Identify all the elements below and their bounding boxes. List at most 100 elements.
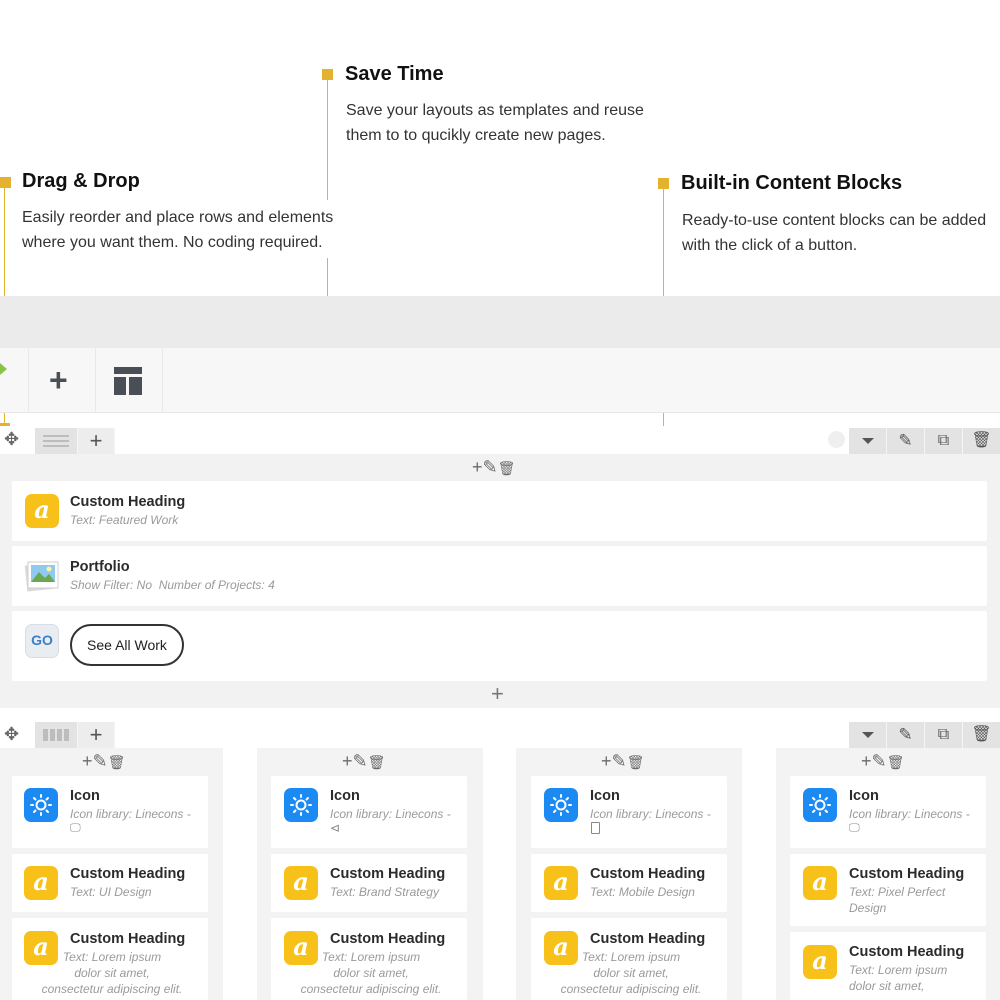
row2-move-handle[interactable]: ✥	[4, 725, 19, 743]
row1-status-dot	[828, 431, 845, 448]
columns-layout-icon	[43, 729, 69, 741]
delete-column-icon[interactable]: 🗑	[627, 754, 645, 770]
monitor-icon: 🖵	[849, 822, 860, 834]
edit-column-icon[interactable]: ✎	[93, 751, 108, 771]
custom-heading-icon: a	[803, 945, 837, 979]
pencil-icon: ✎	[898, 431, 913, 450]
callout-line-save-time-upper	[327, 80, 328, 200]
sun-icon	[284, 788, 318, 822]
callout-desc-drag-drop: Easily reorder and place rows and elemen…	[22, 209, 334, 251]
callout-marker-save-time	[322, 69, 333, 80]
element-title: Custom Heading	[849, 866, 965, 882]
callout-title-save-time: Save Time	[345, 63, 444, 85]
element-title: Icon	[70, 788, 100, 804]
column-tools: +✎🗑	[82, 751, 125, 772]
element-subtitle: Text: Lorem ipsum dolor sit amet, consec…	[560, 950, 702, 996]
row1-delete-button[interactable]: 🗑	[963, 428, 1000, 454]
element-subtitle: Text: Mobile Design	[590, 885, 695, 899]
element-title: Icon	[590, 788, 620, 804]
callout-title-drag-drop: Drag & Drop	[22, 170, 140, 192]
element-subtitle: Text: Lorem ipsum dolor sit amet, consec…	[300, 950, 442, 996]
row1-edit-button[interactable]: ✎	[887, 428, 925, 454]
element-portfolio[interactable]	[12, 546, 987, 606]
row2-layout-button[interactable]	[35, 722, 78, 748]
column-tools: +✎🗑	[342, 751, 385, 772]
custom-heading-icon: a	[25, 494, 59, 528]
element-title: Icon	[849, 788, 879, 804]
builder-top-bar	[0, 296, 1000, 348]
row2-delete-button[interactable]: 🗑	[963, 722, 1000, 748]
delete-column-icon[interactable]: 🗑	[108, 754, 126, 770]
element-subtitle: Text: Brand Strategy	[330, 885, 439, 899]
add-element-icon[interactable]: +	[82, 751, 93, 771]
toolbar-cell-1	[0, 348, 29, 412]
plus-icon: +	[49, 362, 68, 398]
add-element-icon[interactable]: +	[861, 751, 872, 771]
column-tools: +✎🗑	[601, 751, 644, 772]
row1-dropdown-button[interactable]	[849, 428, 887, 454]
element-subtitle: Icon library: Linecons -	[590, 807, 711, 821]
edit-column-icon[interactable]: ✎	[612, 751, 627, 771]
columns-layout-icon	[43, 435, 69, 447]
add-element-icon[interactable]: +	[342, 751, 353, 771]
monitor-icon: 🖵	[70, 822, 81, 834]
row2-dropdown-button[interactable]	[849, 722, 887, 748]
add-element-icon[interactable]: +	[601, 751, 612, 771]
element-title: Custom Heading	[330, 931, 446, 947]
element-title: Icon	[330, 788, 360, 804]
callout-marker-drag-drop	[0, 177, 11, 188]
callout-desc-save-time: Save your layouts as templates and reuse…	[346, 102, 644, 144]
row2-edit-button[interactable]: ✎	[887, 722, 925, 748]
custom-heading-icon: a	[803, 866, 837, 900]
element-subtitle: Show Filter: No Number of Projects: 4	[70, 578, 275, 592]
builder-toolbar: +	[0, 348, 1000, 413]
row1-clone-button[interactable]: ⧉	[925, 428, 963, 454]
row1-layout-button[interactable]	[35, 428, 78, 454]
caret-down-icon	[861, 438, 874, 444]
edit-column-icon[interactable]: ✎	[353, 751, 368, 771]
element-title: Custom Heading	[849, 944, 965, 960]
element-title: Custom Heading	[330, 866, 446, 882]
pencil-icon: ✎	[898, 725, 913, 744]
trash-icon: 🗑	[971, 726, 992, 743]
templates-icon	[114, 367, 142, 395]
custom-heading-icon: a	[544, 866, 578, 900]
element-title: Portfolio	[70, 559, 130, 575]
edit-column-icon[interactable]: ✎	[483, 457, 498, 477]
row1-add-element-button[interactable]: +	[491, 683, 504, 705]
row2-clone-button[interactable]: ⧉	[925, 722, 963, 748]
element-title: Custom Heading	[590, 931, 706, 947]
element-subtitle: Text: Lorem ipsum dolor sit amet, consec…	[41, 950, 183, 996]
sun-icon	[24, 788, 58, 822]
custom-heading-icon: a	[284, 866, 318, 900]
custom-heading-icon: a	[24, 866, 58, 900]
callout-marker-content-blocks	[658, 178, 669, 189]
row1-move-handle[interactable]: ✥	[4, 430, 19, 448]
delete-column-icon[interactable]: 🗑	[498, 460, 516, 476]
column-tools: +✎🗑	[861, 751, 904, 772]
paper-plane-icon: ⊲	[330, 821, 341, 835]
sun-icon	[803, 788, 837, 822]
element-subtitle: Text: Pixel Perfect Design	[849, 885, 946, 915]
trash-icon: 🗑	[971, 432, 992, 449]
caret-down-icon	[861, 732, 874, 738]
row1-add-column-button[interactable]: +	[78, 428, 115, 454]
callout-title-content-blocks: Built-in Content Blocks	[681, 172, 903, 194]
see-all-work-button[interactable]: See All Work	[70, 624, 184, 666]
delete-column-icon[interactable]: 🗑	[887, 754, 905, 770]
element-subtitle: Text: UI Design	[70, 885, 152, 899]
element-subtitle: Icon library: Linecons -	[70, 807, 191, 821]
delete-column-icon[interactable]: 🗑	[368, 754, 386, 770]
green-arrow-icon	[0, 363, 7, 375]
edit-column-icon[interactable]: ✎	[872, 751, 887, 771]
element-custom-heading[interactable]	[12, 481, 987, 541]
sun-icon	[544, 788, 578, 822]
element-title: Custom Heading	[70, 931, 186, 947]
clone-icon: ⧉	[937, 432, 950, 449]
row1-column-tools: +✎🗑	[472, 457, 515, 478]
row2-add-column-button[interactable]: +	[78, 722, 115, 748]
add-element-button[interactable]: +	[28, 348, 96, 412]
add-element-icon[interactable]: +	[472, 457, 483, 477]
element-subtitle: Icon library: Linecons -	[330, 807, 451, 821]
mobile-icon	[591, 822, 600, 834]
